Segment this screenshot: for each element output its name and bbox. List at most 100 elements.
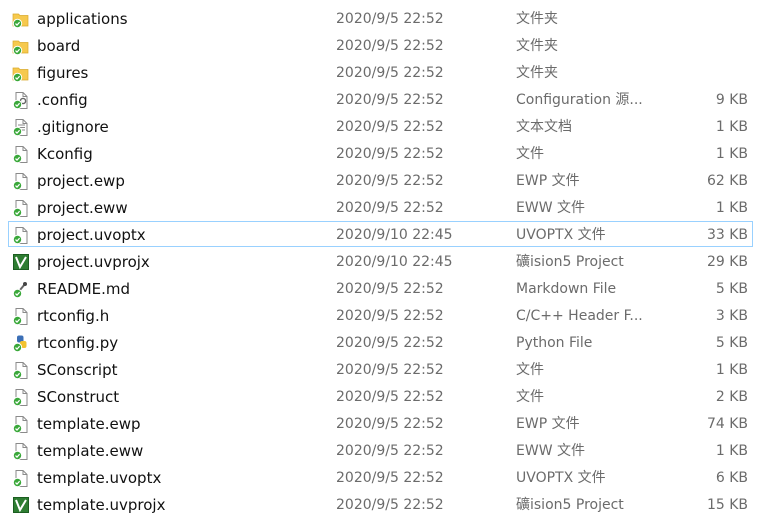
- file-row[interactable]: project.uvprojx 2020/9/10 22:45 礦ision5 Pr…: [8, 248, 753, 274]
- file-list: applications 2020/9/5 22:52 文件夹 board 2020/9…: [0, 0, 783, 520]
- file-size: 2 KB: [715, 389, 748, 405]
- file-date-modified: 2020/9/5 22:52: [336, 11, 444, 27]
- file-icon: [12, 411, 30, 437]
- file-size: 9 KB: [715, 92, 748, 108]
- file-type: 文件夹: [516, 65, 558, 81]
- file-size: 74 KB: [706, 416, 748, 432]
- file-icon: [12, 465, 30, 491]
- config-file-icon: [12, 87, 30, 113]
- file-date-modified: 2020/9/10 22:45: [336, 227, 453, 243]
- file-row[interactable]: project.uvoptx 2020/9/10 22:45 UVOPTX 文件 33…: [8, 221, 753, 247]
- file-icon: [12, 303, 30, 329]
- file-date-modified: 2020/9/5 22:52: [336, 362, 444, 378]
- file-size: 1 KB: [715, 119, 748, 135]
- file-name: rtconfig.h: [37, 307, 110, 325]
- file-type: 文件: [516, 389, 544, 405]
- file-row[interactable]: .gitignore 2020/9/5 22:52 文本文档 1 KB: [8, 113, 753, 139]
- markdown-file-icon: [12, 276, 30, 302]
- file-name: board: [37, 37, 81, 55]
- file-name: SConscript: [37, 361, 118, 379]
- file-row[interactable]: template.uvoptx 2020/9/5 22:52 UVOPTX 文件 6 …: [8, 464, 753, 490]
- file-date-modified: 2020/9/5 22:52: [336, 200, 444, 216]
- file-date-modified: 2020/9/5 22:52: [336, 443, 444, 459]
- file-row[interactable]: rtconfig.py 2020/9/5 22:52 Python File 5 KB: [8, 329, 753, 355]
- file-date-modified: 2020/9/5 22:52: [336, 65, 444, 81]
- file-size: 15 KB: [706, 497, 748, 513]
- file-type: EWW 文件: [516, 200, 585, 216]
- file-row[interactable]: figures 2020/9/5 22:52 文件夹: [8, 59, 753, 85]
- file-date-modified: 2020/9/5 22:52: [336, 335, 444, 351]
- file-name: figures: [37, 64, 89, 82]
- python-file-icon: [12, 330, 30, 356]
- file-row[interactable]: project.ewp 2020/9/5 22:52 EWP 文件 62 KB: [8, 167, 753, 193]
- file-type: EWW 文件: [516, 443, 585, 459]
- file-date-modified: 2020/9/10 22:45: [336, 254, 453, 270]
- file-date-modified: 2020/9/5 22:52: [336, 497, 444, 513]
- file-row[interactable]: .config 2020/9/5 22:52 Configuration 源... 9…: [8, 86, 753, 112]
- file-type: Markdown File: [516, 281, 617, 297]
- keil-project-icon: [12, 249, 30, 275]
- file-row[interactable]: template.eww 2020/9/5 22:52 EWW 文件 1 KB: [8, 437, 753, 463]
- keil-project-icon: [12, 492, 30, 518]
- file-size: 6 KB: [715, 470, 748, 486]
- file-type: C/C++ Header F...: [516, 308, 643, 324]
- file-size: 1 KB: [715, 443, 748, 459]
- file-size: 33 KB: [706, 227, 748, 243]
- file-row[interactable]: board 2020/9/5 22:52 文件夹: [8, 32, 753, 58]
- file-name: template.uvoptx: [37, 469, 162, 487]
- file-size: 5 KB: [715, 335, 748, 351]
- file-date-modified: 2020/9/5 22:52: [336, 308, 444, 324]
- file-type: UVOPTX 文件: [516, 470, 606, 486]
- folder-icon: [12, 6, 30, 32]
- file-size: 3 KB: [715, 308, 748, 324]
- file-type: 文件: [516, 146, 544, 162]
- file-name: README.md: [37, 280, 131, 298]
- file-name: project.uvoptx: [37, 226, 146, 244]
- file-date-modified: 2020/9/5 22:52: [336, 281, 444, 297]
- file-name: applications: [37, 10, 128, 28]
- folder-icon: [12, 60, 30, 86]
- file-row[interactable]: rtconfig.h 2020/9/5 22:52 C/C++ Header F..…: [8, 302, 753, 328]
- file-icon: [12, 357, 30, 383]
- file-size: 29 KB: [706, 254, 748, 270]
- text-file-icon: [12, 114, 30, 140]
- file-icon: [12, 168, 30, 194]
- file-type: Python File: [516, 335, 593, 351]
- file-name: template.uvprojx: [37, 496, 166, 514]
- file-type: 文件夹: [516, 38, 558, 54]
- file-date-modified: 2020/9/5 22:52: [336, 470, 444, 486]
- file-type: EWP 文件: [516, 416, 580, 432]
- file-date-modified: 2020/9/5 22:52: [336, 146, 444, 162]
- file-date-modified: 2020/9/5 22:52: [336, 92, 444, 108]
- file-row[interactable]: project.eww 2020/9/5 22:52 EWW 文件 1 KB: [8, 194, 753, 220]
- file-name: project.uvprojx: [37, 253, 150, 271]
- file-name: Kconfig: [37, 145, 93, 163]
- file-type: 文本文档: [516, 119, 572, 135]
- file-type: EWP 文件: [516, 173, 580, 189]
- file-size: 5 KB: [715, 281, 748, 297]
- file-name: .gitignore: [37, 118, 109, 136]
- file-type: 礦ision5 Project: [516, 497, 624, 513]
- file-name: .config: [37, 91, 88, 109]
- file-icon: [12, 195, 30, 221]
- file-type: Configuration 源...: [516, 92, 643, 108]
- file-type: 礦ision5 Project: [516, 254, 624, 270]
- file-name: SConstruct: [37, 388, 120, 406]
- file-icon: [12, 141, 30, 167]
- file-icon: [12, 438, 30, 464]
- file-row[interactable]: template.ewp 2020/9/5 22:52 EWP 文件 74 KB: [8, 410, 753, 436]
- file-row[interactable]: README.md 2020/9/5 22:52 Markdown File 5 KB: [8, 275, 753, 301]
- file-row[interactable]: applications 2020/9/5 22:52 文件夹: [8, 5, 753, 31]
- file-row[interactable]: Kconfig 2020/9/5 22:52 文件 1 KB: [8, 140, 753, 166]
- file-name: template.ewp: [37, 415, 141, 433]
- file-row[interactable]: SConstruct 2020/9/5 22:52 文件 2 KB: [8, 383, 753, 409]
- file-name: template.eww: [37, 442, 144, 460]
- file-date-modified: 2020/9/5 22:52: [336, 119, 444, 135]
- file-row[interactable]: SConscript 2020/9/5 22:52 文件 1 KB: [8, 356, 753, 382]
- file-name: rtconfig.py: [37, 334, 119, 352]
- file-name: project.eww: [37, 199, 128, 217]
- file-size: 1 KB: [715, 146, 748, 162]
- file-size: 1 KB: [715, 200, 748, 216]
- file-row[interactable]: template.uvprojx 2020/9/5 22:52 礦ision5 Pr…: [8, 491, 753, 517]
- file-date-modified: 2020/9/5 22:52: [336, 173, 444, 189]
